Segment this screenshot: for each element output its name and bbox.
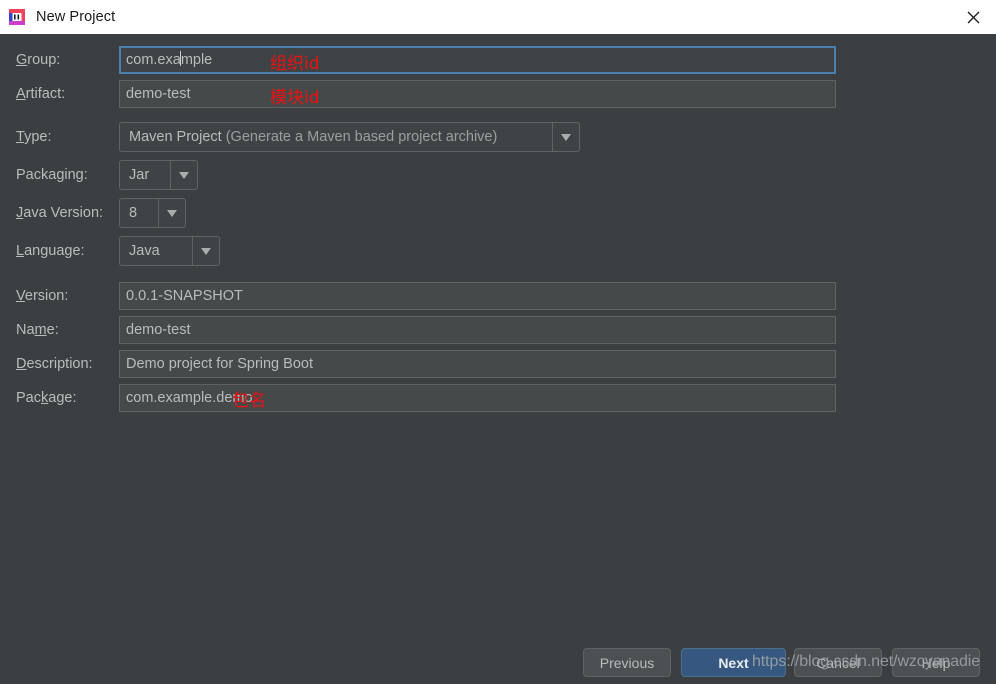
close-icon[interactable] [950,0,996,34]
chevron-down-icon[interactable] [158,199,185,227]
label-java-version: Java Version: [16,205,104,221]
packaging-combobox[interactable]: Jar [119,160,198,190]
intellij-idea-icon [8,8,26,26]
annotation-group: 组织id [270,54,320,74]
label-type: Type: [16,129,52,145]
watermark-text: https://blog.csdn.net/wzcyanadie [752,653,981,670]
packaging-combobox-value: Jar [129,167,150,183]
annotation-package: 包名 [232,391,266,411]
label-version: Version: [16,288,69,304]
label-group: Group: [16,52,61,68]
window-title: New Project [36,9,116,25]
label-language: Language: [16,243,85,259]
label-packaging: Packaging: [16,167,88,183]
artifact-input[interactable]: demo-test [119,80,836,108]
chevron-down-icon[interactable] [552,123,579,151]
label-description: Description: [16,356,93,372]
type-combobox[interactable]: Maven Project (Generate a Maven based pr… [119,122,580,152]
title-bar: New Project [0,0,996,34]
chevron-down-icon[interactable] [170,161,197,189]
type-combobox-value: Maven Project (Generate a Maven based pr… [129,129,498,145]
previous-button[interactable]: Previous [583,648,671,677]
language-combobox-value: Java [129,243,160,259]
package-input[interactable]: com.example.demo [119,384,836,412]
group-input[interactable]: com.example [119,46,836,74]
language-combobox[interactable]: Java [119,236,220,266]
java-version-combobox-value: 8 [129,205,138,221]
label-artifact: Artifact: [16,86,66,102]
label-package: Package: [16,390,77,406]
new-project-dialog: Group: com.example 组织id Artifact: demo-t… [0,34,996,684]
description-input[interactable]: Demo project for Spring Boot [119,350,836,378]
annotation-artifact: 模块id [270,88,320,108]
group-input-value-post: mple [180,52,213,68]
chevron-down-icon[interactable] [192,237,219,265]
version-input[interactable]: 0.0.1-SNAPSHOT [119,282,836,310]
group-input-value-pre: com.exa [126,52,181,68]
label-name: Name: [16,322,59,338]
java-version-combobox[interactable]: 8 [119,198,186,228]
name-input[interactable]: demo-test [119,316,836,344]
